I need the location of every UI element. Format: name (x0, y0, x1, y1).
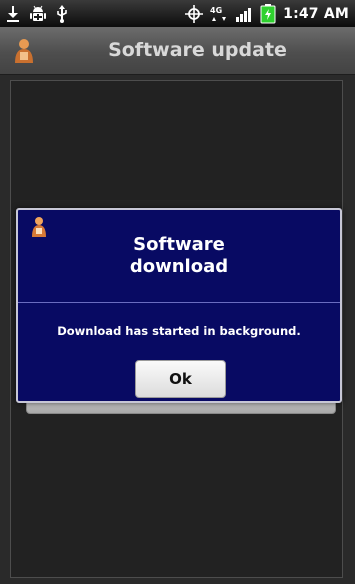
battery-icon (259, 3, 277, 24)
page-title: Software update (108, 39, 287, 61)
system-icons: 4G 1:47 AM (185, 3, 349, 24)
download-icon (6, 5, 20, 23)
signal-bars-icon (235, 5, 253, 23)
dialog-divider (18, 302, 340, 303)
phone-screen: 4G 1:47 AM Software update Software down… (0, 0, 355, 584)
notification-icons (6, 4, 68, 24)
dialog-title: Software download (129, 234, 229, 277)
app-icon (12, 37, 36, 65)
status-bar: 4G 1:47 AM (0, 0, 355, 27)
usb-icon (56, 5, 68, 23)
software-download-dialog: Software download Download has started i… (16, 208, 342, 403)
network-label: 4G (210, 6, 222, 15)
ok-button[interactable]: Ok (135, 360, 226, 398)
network-4g-icon: 4G (209, 5, 229, 23)
dialog-message: Download has started in background. (57, 324, 301, 338)
gps-icon (185, 4, 204, 23)
title-bar: Software update (0, 27, 355, 75)
status-time: 1:47 AM (283, 5, 349, 22)
android-debug-icon (29, 5, 47, 23)
